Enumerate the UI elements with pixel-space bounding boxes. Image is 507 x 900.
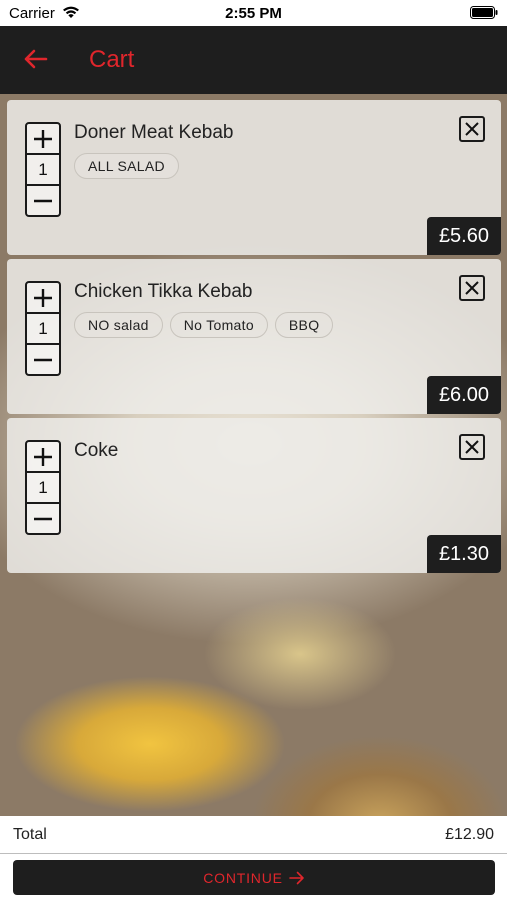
decrement-button[interactable] <box>27 343 59 374</box>
quantity-value: 1 <box>38 478 48 497</box>
arrow-right-icon <box>288 871 304 884</box>
item-name: Chicken Tikka Kebab <box>74 281 253 302</box>
remove-item-button[interactable] <box>459 434 485 460</box>
decrement-button[interactable] <box>27 184 59 215</box>
continue-label: CONTINUE <box>203 869 283 886</box>
cart-item: 1 Doner Meat Kebab ALL SALAD £5.60 <box>7 100 501 255</box>
close-icon <box>465 440 479 454</box>
option-chip: ALL SALAD <box>74 153 179 179</box>
item-price: £1.30 <box>426 535 501 573</box>
quantity-value: 1 <box>38 319 48 338</box>
option-chip: NO salad <box>74 312 163 338</box>
plus-icon <box>34 288 52 307</box>
status-time: 2:55 PM <box>225 5 282 22</box>
cart-item: 1 Coke £1.30 <box>7 418 501 573</box>
option-chip: No Tomato <box>169 312 268 338</box>
option-chip: BBQ <box>274 312 334 338</box>
cart-item: 1 Chicken Tikka Kebab NO salad No Tomato… <box>7 259 501 414</box>
quantity-stepper: 1 <box>25 440 61 535</box>
remove-item-button[interactable] <box>459 116 485 142</box>
close-icon <box>465 122 479 136</box>
total-value: £12.90 <box>445 826 494 843</box>
quantity-value: 1 <box>38 160 48 179</box>
battery-icon <box>470 6 498 19</box>
item-name: Doner Meat Kebab <box>74 122 234 143</box>
page-title: Cart <box>89 46 135 73</box>
increment-button[interactable] <box>27 124 59 155</box>
remove-item-button[interactable] <box>459 275 485 301</box>
plus-icon <box>34 129 52 148</box>
increment-button[interactable] <box>27 442 59 473</box>
status-bar: Carrier 2:55 PM <box>0 0 507 26</box>
minus-icon <box>34 517 52 520</box>
item-price: £5.60 <box>426 217 501 255</box>
arrow-left-icon[interactable] <box>22 48 48 70</box>
continue-button[interactable]: CONTINUE <box>13 860 495 895</box>
total-row: Total £12.90 <box>0 816 507 854</box>
item-name: Coke <box>74 440 119 461</box>
quantity-stepper: 1 <box>25 281 61 376</box>
item-options: ALL SALAD <box>74 153 179 179</box>
increment-button[interactable] <box>27 283 59 314</box>
item-price: £6.00 <box>426 376 501 414</box>
decrement-button[interactable] <box>27 502 59 533</box>
plus-icon <box>34 447 52 466</box>
minus-icon <box>34 358 52 361</box>
minus-icon <box>34 199 52 202</box>
quantity-stepper: 1 <box>25 122 61 217</box>
total-label: Total <box>13 826 47 843</box>
nav-bar: Cart <box>0 26 507 94</box>
item-options: NO salad No Tomato BBQ <box>74 312 334 338</box>
close-icon <box>465 281 479 295</box>
